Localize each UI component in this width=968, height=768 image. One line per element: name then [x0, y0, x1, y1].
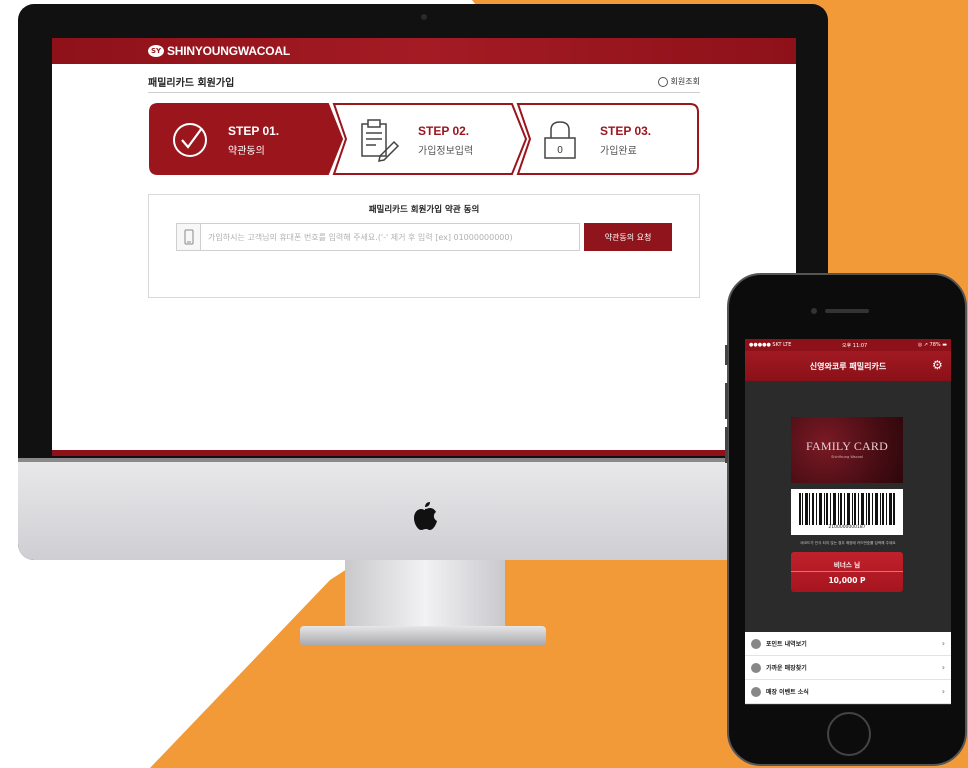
points-card: 비너스 님 10,000 P	[791, 552, 903, 592]
step-1-shape	[149, 103, 344, 175]
iphone-volume-up	[725, 383, 728, 419]
chevron-right-icon: ›	[941, 687, 945, 696]
app-header: 신영와코루 패밀리카드 ⚙	[745, 351, 951, 381]
imac-stand-neck	[345, 560, 505, 630]
member-lookup-label: 회원조회	[670, 77, 700, 86]
barcode: 2100000000187	[791, 489, 903, 535]
step-3-desc: 가입완료	[600, 146, 637, 157]
step-2-label: STEP 02.	[418, 124, 470, 138]
family-card-subtitle: ShinYoung Wacoal	[831, 455, 863, 459]
app-title: 신영와코루 패밀리카드	[809, 361, 887, 371]
step-2-desc: 가입정보입력	[418, 146, 474, 157]
chevron-right-icon: ›	[941, 663, 945, 672]
lock-digit: 0	[557, 145, 563, 156]
signup-steps: 0 STEP 01. 약관동의 STEP 02. 가입정보입력 STEP 03.…	[148, 102, 700, 176]
menu-item-store-events[interactable]: 매장 이벤트 소식 ›	[745, 680, 951, 704]
menu-dot-icon	[751, 638, 761, 649]
title-divider	[148, 92, 700, 93]
gear-icon[interactable]: ⚙	[932, 359, 945, 372]
status-time: 오후 11:07	[842, 342, 868, 349]
menu-item-label: 매장 이벤트 소식	[766, 689, 809, 696]
iphone-speaker	[825, 309, 869, 313]
iphone-screen: ●●●●● SKT LTE 오후 11:07 ◎ ↗ 78% ▬ 신영와코루 패…	[745, 339, 951, 705]
step-2-shape	[332, 103, 528, 175]
step-3-label: STEP 03.	[600, 124, 652, 138]
terms-title: 패밀리카드 회원가입 약관 동의	[368, 205, 480, 215]
barcode-note: 바코드가 인식 되지 않는 경우 매장에 카드번호를 입력해 주세요	[800, 541, 896, 545]
apple-logo-icon	[414, 502, 437, 530]
member-name: 비너스 님	[833, 561, 861, 569]
phone-input-wrapper	[176, 223, 580, 251]
menu-item-label: 포인트 내역보기	[766, 641, 807, 648]
family-card-image: FAMILY CARD ShinYoung Wacoal	[791, 417, 903, 483]
menu-item-nearby-store[interactable]: 가까운 매장찾기 ›	[745, 656, 951, 680]
points-value: 10,000 P	[828, 576, 866, 585]
phone-number-input[interactable]	[201, 224, 579, 250]
menu-dot-icon	[751, 662, 761, 673]
brand-logo-text[interactable]: SHINYOUNGWACOAL	[167, 44, 290, 58]
menu-dot-icon	[751, 686, 761, 697]
barcode-bars	[799, 493, 895, 525]
terms-request-button[interactable]: 약관동의 요청	[584, 223, 672, 251]
menu-item-label: 가까운 매장찾기	[766, 665, 807, 672]
app-menu: 포인트 내역보기 › 가까운 매장찾기 › 매장 이벤트 소식 ›	[745, 632, 951, 704]
status-carrier: ●●●●● SKT LTE	[749, 342, 792, 348]
iphone-home-button[interactable]	[827, 712, 871, 756]
brand-logo-icon[interactable]: SY	[148, 45, 164, 57]
site-header: SY SHINYOUNGWACOAL	[52, 38, 796, 64]
page-title: 패밀리카드 회원가입	[148, 78, 235, 89]
status-bar: ●●●●● SKT LTE 오후 11:07 ◎ ↗ 78% ▬	[745, 339, 951, 351]
member-lookup-link[interactable]: 회원조회	[657, 76, 700, 87]
mobile-phone-icon	[177, 224, 201, 250]
iphone-camera	[811, 308, 817, 314]
imac-camera	[421, 14, 427, 20]
iphone-volume-down	[725, 427, 728, 463]
status-battery: ◎ ↗ 78% ▬	[917, 342, 947, 348]
step-1-desc: 약관동의	[228, 146, 265, 157]
page-title-row: 패밀리카드 회원가입 회원조회	[148, 74, 700, 89]
chevron-right-icon: ›	[941, 639, 945, 648]
site-footer-bar	[52, 450, 796, 456]
family-card-title: FAMILY CARD	[805, 439, 888, 453]
imac-screen: SY SHINYOUNGWACOAL 패밀리카드 회원가입 회원조회 0 STE…	[52, 38, 796, 456]
step-1-label: STEP 01.	[228, 124, 280, 138]
user-circle-icon	[657, 76, 668, 87]
barcode-number: 2100000000187	[828, 525, 866, 530]
menu-item-point-history[interactable]: 포인트 내역보기 ›	[745, 632, 951, 656]
imac-stand-base	[300, 626, 546, 646]
terms-agreement-box: 패밀리카드 회원가입 약관 동의 약관동의 요청	[148, 194, 700, 298]
points-divider	[791, 571, 903, 572]
iphone-frame: ●●●●● SKT LTE 오후 11:07 ◎ ↗ 78% ▬ 신영와코루 패…	[725, 273, 967, 766]
steps-shapes: 0	[149, 103, 699, 175]
iphone-mute-switch	[725, 345, 728, 365]
